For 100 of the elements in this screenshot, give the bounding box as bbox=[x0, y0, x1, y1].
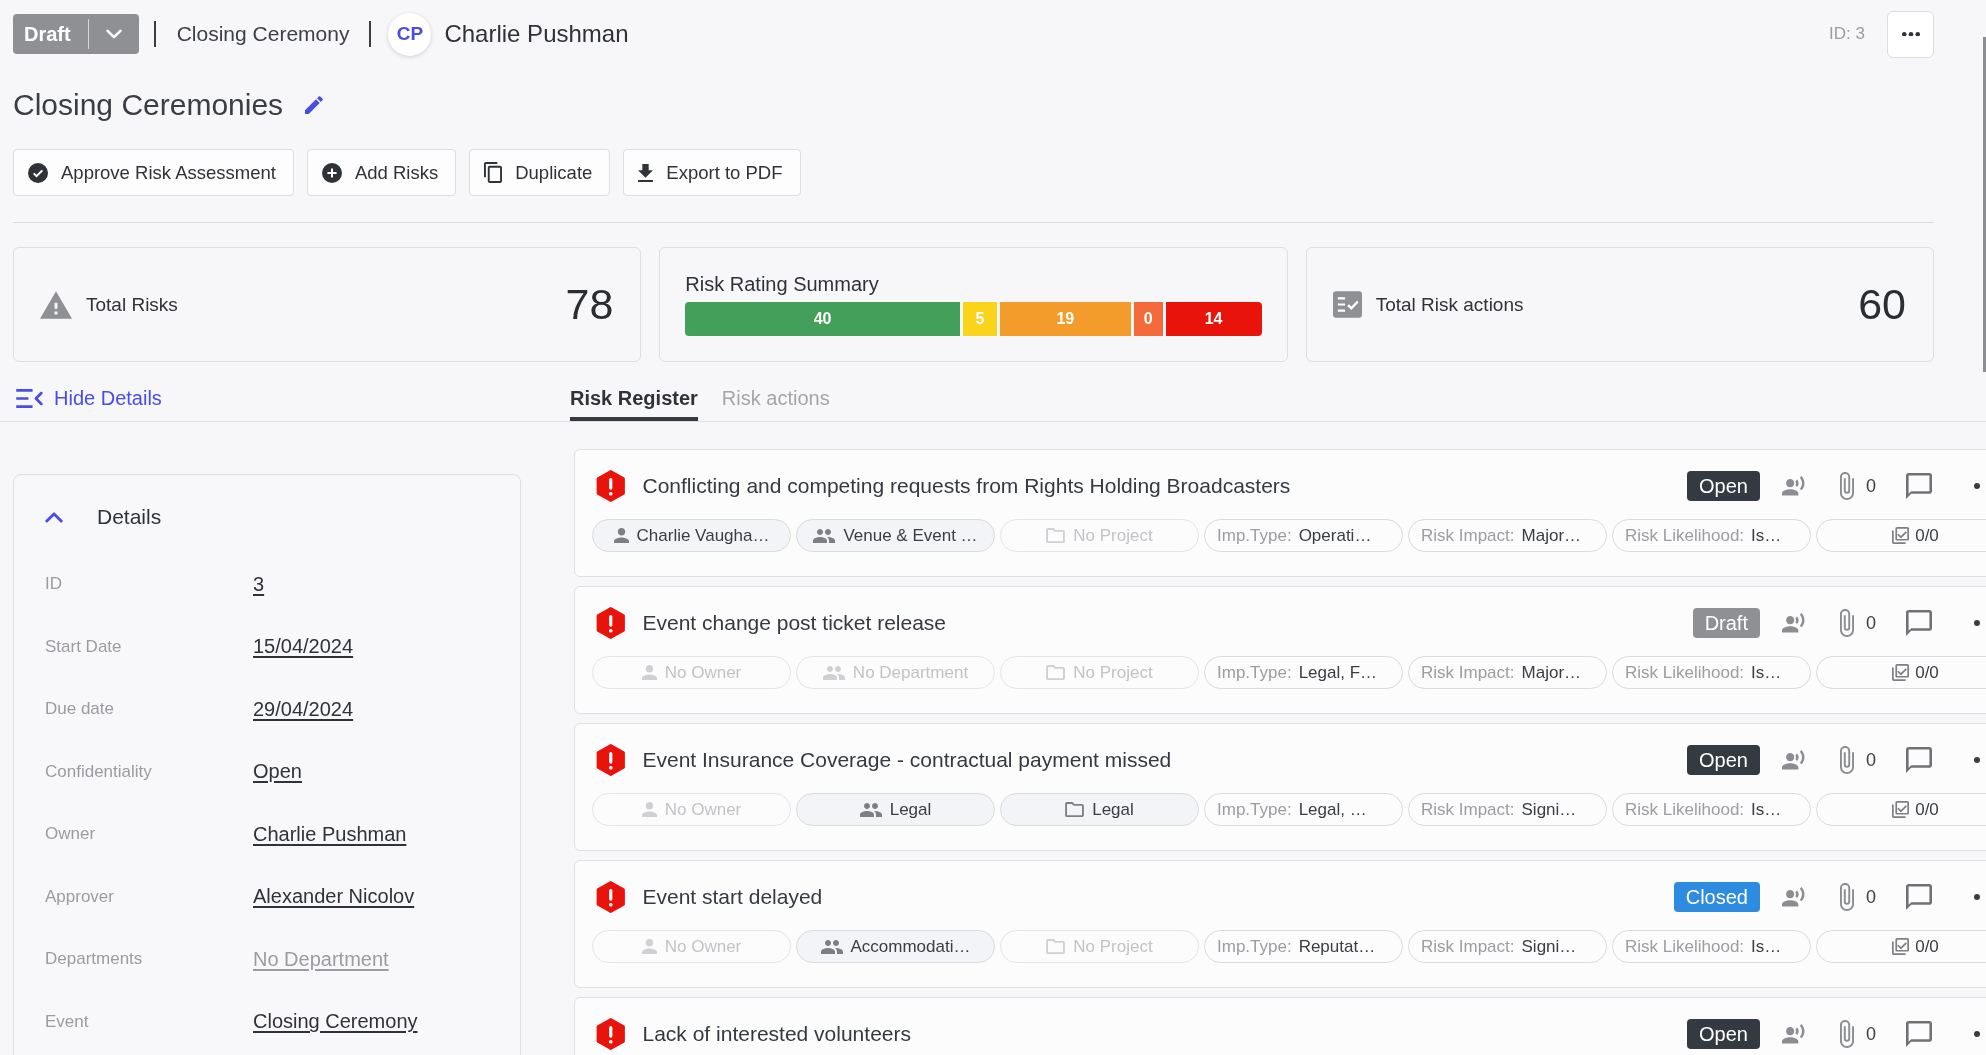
risk-title: Event start delayed bbox=[642, 885, 824, 909]
check-circle-icon bbox=[28, 162, 48, 183]
paperclip-icon[interactable] bbox=[1840, 1020, 1854, 1048]
field-chip[interactable]: Imp.Type: Operati… bbox=[1204, 519, 1403, 552]
person-icon bbox=[641, 665, 657, 680]
risk-card[interactable]: Conflicting and competing requests from Rights Holding Broadcasters Open 0 Charlie Vaugha… Venue & Event … No Project Imp.Type: Operati… Risk Impact: Major… Risk Likelihood: Is… 0/0 bbox=[574, 449, 1986, 577]
field-value[interactable]: Charlie Pushman bbox=[253, 822, 407, 846]
field-chip[interactable]: Risk Impact: Major… bbox=[1408, 519, 1607, 552]
department-name: Venue & Event … bbox=[843, 525, 978, 546]
owner-chip[interactable]: Charlie Vaugha… bbox=[592, 519, 791, 552]
attachment-count: 0 bbox=[1866, 749, 1876, 771]
copy-icon bbox=[484, 162, 503, 183]
actions-chip[interactable]: 0/0 bbox=[1816, 519, 1986, 552]
collapse-list-icon bbox=[15, 388, 44, 408]
chip-label: Imp.Type: bbox=[1217, 525, 1292, 546]
field-chip[interactable]: Imp.Type: Reputat… bbox=[1204, 930, 1403, 963]
actions-count: 0/0 bbox=[1915, 525, 1939, 546]
stat-value: 60 bbox=[1858, 280, 1906, 329]
field-value[interactable]: 3 bbox=[253, 572, 265, 596]
risk-card[interactable]: Lack of interested volunteers Open 0 bbox=[574, 997, 1986, 1055]
voice-icon[interactable] bbox=[1782, 1024, 1805, 1044]
field-chip[interactable]: Imp.Type: Legal, … bbox=[1204, 793, 1403, 826]
status-badge: Draft bbox=[1692, 608, 1760, 638]
scrollbar-thumb[interactable] bbox=[1983, 37, 1986, 372]
comment-icon[interactable] bbox=[1906, 747, 1932, 773]
paperclip-icon[interactable] bbox=[1840, 746, 1854, 774]
field-chip[interactable]: Risk Likelihood: Is… bbox=[1612, 519, 1811, 552]
paperclip-icon[interactable] bbox=[1840, 472, 1854, 500]
stat-label: Risk Rating Summary bbox=[685, 273, 880, 296]
department-chip[interactable]: Venue & Event … bbox=[796, 519, 995, 552]
field-label: Approver bbox=[45, 886, 115, 907]
risk-card[interactable]: Event change post ticket release Draft 0 No Owner No Department No Project Imp.Type: Legal, F… Risk Impact: Major… Risk Likelihood: Is… 0/0 bbox=[574, 586, 1986, 714]
pencil-icon[interactable] bbox=[305, 96, 324, 114]
dot-icon[interactable] bbox=[1974, 620, 1980, 626]
project-chip[interactable]: Legal bbox=[1000, 793, 1199, 826]
dot-icon[interactable] bbox=[1974, 1031, 1980, 1037]
more-icon bbox=[1901, 31, 1920, 37]
risk-card[interactable]: Event start delayed Closed 0 No Owner Accommodati… No Project Imp.Type: Reputat… Risk Impact: Signi… Risk Likelihood: Is… 0/0 bbox=[574, 860, 1986, 988]
department-chip[interactable]: Accommodati… bbox=[796, 930, 995, 963]
dot-icon[interactable] bbox=[1974, 757, 1980, 763]
export-pdf-button[interactable]: Export to PDF bbox=[623, 149, 801, 196]
actions-count: 0/0 bbox=[1915, 936, 1939, 957]
person-icon bbox=[641, 802, 657, 817]
approve-button[interactable]: Approve Risk Assessment bbox=[13, 149, 294, 196]
chip-label: Imp.Type: bbox=[1217, 936, 1292, 957]
comment-icon[interactable] bbox=[1906, 610, 1932, 636]
people-icon bbox=[820, 939, 843, 954]
comment-icon[interactable] bbox=[1906, 884, 1932, 910]
field-label: Confidentiality bbox=[45, 761, 153, 782]
tab[interactable]: Risk Register bbox=[570, 380, 698, 421]
department-chip[interactable]: Legal bbox=[796, 793, 995, 826]
actions-chip[interactable]: 0/0 bbox=[1816, 930, 1986, 963]
duplicate-button[interactable]: Duplicate bbox=[469, 149, 611, 196]
chip-label: Risk Likelihood: bbox=[1625, 525, 1745, 546]
dot-icon[interactable] bbox=[1974, 483, 1980, 489]
person-icon bbox=[641, 939, 657, 954]
department-name: No Department bbox=[852, 662, 969, 683]
dot-icon[interactable] bbox=[1974, 894, 1980, 900]
field-value[interactable]: Open bbox=[253, 760, 302, 784]
paperclip-icon[interactable] bbox=[1840, 883, 1854, 911]
comment-icon[interactable] bbox=[1906, 473, 1932, 499]
status-badge: Open bbox=[1687, 1019, 1760, 1049]
field-chip[interactable]: Risk Impact: Major… bbox=[1408, 656, 1607, 689]
hide-details-button[interactable]: Hide Details bbox=[13, 386, 162, 410]
actions-chip[interactable]: 0/0 bbox=[1816, 656, 1986, 689]
risk-card[interactable]: Event Insurance Coverage - contractual payment missed Open 0 No Owner Legal Legal Imp.Type: Legal, … Risk Impact: Signi… Risk Likelihood: Is… 0/0 bbox=[574, 723, 1986, 851]
actions-chip[interactable]: 0/0 bbox=[1816, 793, 1986, 826]
owner-name: No Owner bbox=[664, 662, 742, 683]
field-value[interactable]: 29/04/2024 bbox=[253, 697, 354, 721]
field-chip[interactable]: Risk Likelihood: Is… bbox=[1612, 930, 1811, 963]
details-toggle[interactable]: Details bbox=[45, 502, 162, 532]
field-value[interactable]: 15/04/2024 bbox=[253, 635, 354, 659]
paperclip-icon[interactable] bbox=[1840, 609, 1854, 637]
owner-name: Charlie Vaugha… bbox=[636, 525, 770, 546]
voice-icon[interactable] bbox=[1782, 476, 1805, 496]
voice-icon[interactable] bbox=[1782, 750, 1805, 770]
field-chip[interactable]: Risk Likelihood: Is… bbox=[1612, 656, 1811, 689]
rating-segment: 14 bbox=[1165, 302, 1262, 336]
attachment-count: 0 bbox=[1866, 886, 1876, 908]
field-chip[interactable]: Risk Impact: Signi… bbox=[1408, 793, 1607, 826]
field-chip[interactable]: Imp.Type: Legal, F… bbox=[1204, 656, 1403, 689]
add-risks-button[interactable]: Add Risks bbox=[306, 149, 457, 196]
event-link[interactable]: Closing Ceremony bbox=[176, 22, 350, 46]
department-name: Accommodati… bbox=[850, 936, 971, 957]
comment-icon[interactable] bbox=[1906, 1021, 1932, 1047]
field-chip[interactable]: Risk Impact: Signi… bbox=[1408, 930, 1607, 963]
chip-label: Imp.Type: bbox=[1217, 662, 1292, 683]
chip-value: Signi… bbox=[1521, 799, 1577, 820]
actions-count: 0/0 bbox=[1915, 662, 1939, 683]
field-chip[interactable]: Risk Likelihood: Is… bbox=[1612, 793, 1811, 826]
project-name: Legal bbox=[1092, 799, 1134, 820]
chip-label: Risk Likelihood: bbox=[1625, 936, 1745, 957]
attachment-count: 0 bbox=[1866, 1023, 1876, 1045]
risk-title: Lack of interested volunteers bbox=[642, 1022, 912, 1046]
field-value[interactable]: Closing Ceremony bbox=[253, 1010, 418, 1034]
voice-icon[interactable] bbox=[1782, 613, 1805, 633]
voice-icon[interactable] bbox=[1782, 887, 1805, 907]
more-button[interactable] bbox=[1887, 10, 1934, 58]
chip-value: Is… bbox=[1751, 525, 1782, 546]
field-value[interactable]: Alexander Nicolov bbox=[253, 885, 415, 909]
